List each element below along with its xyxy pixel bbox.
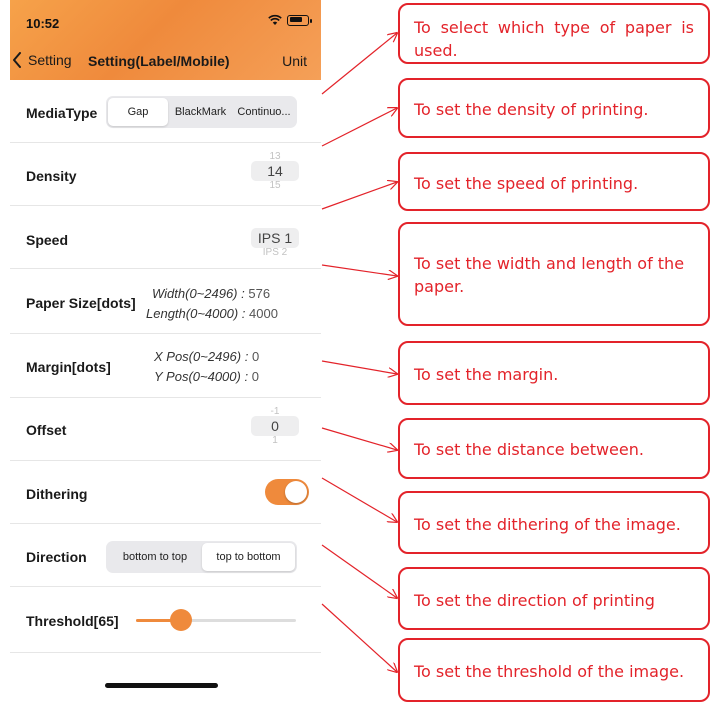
offset-prev: -1	[270, 407, 280, 416]
wifi-icon	[268, 14, 282, 25]
media-type-segmented: Gap BlackMark Continuo...	[106, 96, 297, 128]
dithering-toggle[interactable]	[265, 479, 309, 505]
media-type-continuous[interactable]: Continuo...	[233, 98, 295, 126]
offset-picker[interactable]: -1 0 1	[251, 407, 299, 445]
direction-top-to-bottom[interactable]: top to bottom	[202, 543, 295, 571]
threshold-slider[interactable]	[136, 609, 296, 631]
toggle-knob	[285, 481, 307, 503]
direction-segmented: bottom to top top to bottom	[106, 541, 297, 573]
annotation-media-type: To select which type of paper is used.	[398, 3, 710, 64]
annotation-speed: To set the speed of printing.	[398, 152, 710, 211]
margin-y-label: Y Pos(0~4000) :	[154, 369, 249, 384]
speed-next: IPS 2	[262, 248, 288, 257]
paper-width-label: Width(0~2496) :	[152, 286, 245, 301]
home-indicator	[105, 683, 218, 688]
arrow-speed	[321, 182, 397, 210]
arrow-direction	[321, 544, 397, 598]
dithering-label: Dithering	[26, 486, 88, 502]
row-paper-size: Paper Size[dots] Width(0~2496) : 576 Len…	[10, 269, 321, 334]
arrow-paper-size	[321, 264, 397, 276]
arrow-margin	[321, 360, 397, 374]
paper-length[interactable]: Length(0~4000) : 4000	[146, 306, 278, 321]
status-time: 10:52	[26, 16, 60, 31]
density-next: 15	[269, 181, 281, 190]
arrow-threshold	[321, 603, 397, 672]
margin-y[interactable]: Y Pos(0~4000) : 0	[154, 369, 259, 384]
chevron-left-icon	[13, 52, 21, 68]
margin-x-value: 0	[251, 349, 260, 364]
margin-x-label: X Pos(0~2496) :	[154, 349, 249, 364]
paper-size-label: Paper Size[dots]	[26, 295, 136, 311]
paper-length-label: Length(0~4000) :	[146, 306, 246, 321]
row-offset: Offset -1 0 1	[10, 398, 321, 461]
annotation-dithering: To set the dithering of the image.	[398, 491, 710, 554]
offset-value: 0	[251, 416, 299, 436]
speed-label: Speed	[26, 232, 69, 248]
unit-button[interactable]: Unit	[282, 53, 307, 69]
battery-icon	[287, 14, 312, 26]
annotation-margin: To set the margin.	[398, 341, 710, 405]
nav-header: 10:52 Setting Setting(Label/Mobile) Unit	[10, 0, 321, 80]
paper-length-value: 4000	[249, 306, 278, 321]
annotation-density: To set the density of printing.	[398, 78, 710, 138]
annotation-direction: To set the direction of printing	[398, 567, 710, 630]
speed-value: IPS 1	[251, 228, 299, 248]
arrow-media-type	[321, 33, 397, 95]
back-label: Setting	[28, 52, 72, 68]
row-density: Density 13 14 15	[10, 143, 321, 206]
row-threshold: Threshold[65]	[10, 587, 321, 653]
media-type-gap[interactable]: Gap	[108, 98, 168, 126]
row-dithering: Dithering	[10, 461, 321, 524]
density-label: Density	[26, 168, 77, 184]
back-button[interactable]: Setting	[12, 52, 72, 68]
margin-label: Margin[dots]	[26, 359, 111, 375]
density-value: 14	[251, 161, 299, 181]
row-direction: Direction bottom to top top to bottom	[10, 524, 321, 587]
arrow-dithering	[321, 477, 397, 522]
row-margin: Margin[dots] X Pos(0~2496) : 0 Y Pos(0~4…	[10, 334, 321, 398]
density-picker[interactable]: 13 14 15	[251, 152, 299, 190]
offset-label: Offset	[26, 422, 67, 438]
speed-picker[interactable]: IPS 1 IPS 2	[251, 228, 299, 257]
row-speed: Speed IPS 1 IPS 2	[10, 206, 321, 269]
direction-label: Direction	[26, 549, 87, 565]
annotation-threshold: To set the threshold of the image.	[398, 638, 710, 702]
paper-width-value: 576	[248, 286, 271, 301]
media-type-blackmark[interactable]: BlackMark	[168, 98, 233, 126]
page-title: Setting(Label/Mobile)	[88, 53, 230, 69]
media-type-label: MediaType	[26, 105, 98, 121]
phone-screen: 10:52 Setting Setting(Label/Mobile) Unit…	[10, 0, 321, 706]
paper-width[interactable]: Width(0~2496) : 576	[152, 286, 270, 301]
density-prev: 13	[269, 152, 281, 161]
threshold-label: Threshold[65]	[26, 613, 119, 629]
offset-next: 1	[272, 436, 278, 445]
annotation-offset: To set the distance between.	[398, 418, 710, 479]
annotation-paper-size: To set the width and length of the paper…	[398, 222, 710, 326]
direction-bottom-to-top[interactable]: bottom to top	[108, 543, 202, 571]
margin-y-value: 0	[251, 369, 259, 384]
arrow-offset	[321, 427, 397, 450]
slider-thumb[interactable]	[169, 609, 192, 631]
status-icons	[268, 14, 312, 26]
row-media-type: MediaType Gap BlackMark Continuo...	[10, 80, 321, 143]
margin-x[interactable]: X Pos(0~2496) : 0	[154, 349, 259, 364]
arrow-density	[321, 108, 397, 147]
